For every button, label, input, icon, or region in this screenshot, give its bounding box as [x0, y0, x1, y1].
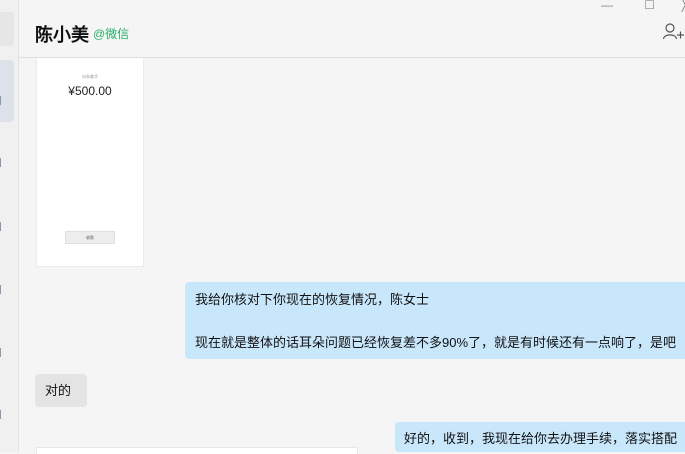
receive-button[interactable]: 收款	[65, 231, 115, 244]
sidebar-item-marker[interactable]	[0, 348, 4, 357]
maximize-button[interactable]: ☐	[644, 0, 655, 12]
message-text: 好的，收到，我现在给你去办理手续，落实搭配	[404, 431, 678, 446]
minimize-button[interactable]: —	[601, 0, 613, 12]
chat-header: 陈小美 @微信 — ☐ ╳	[19, 0, 685, 58]
sidebar-item-marker[interactable]	[0, 222, 4, 231]
transfer-amount: ¥500.00	[68, 84, 112, 98]
sidebar-item-marker[interactable]	[0, 158, 4, 167]
contact-name: 陈小美	[35, 25, 89, 45]
add-contact-icon[interactable]	[663, 22, 685, 40]
sidebar-item-marker[interactable]	[0, 285, 4, 294]
sidebar	[0, 0, 19, 452]
message-text: 现在就是整体的话耳朵问题已经恢复差不多90%了，就是有时候还有一点响了，是吧	[195, 335, 677, 350]
contact-tag: @微信	[93, 27, 130, 41]
transfer-card[interactable]: 向朱美华 ¥500.00 收款	[36, 58, 144, 267]
sidebar-item-active[interactable]	[0, 60, 14, 122]
message-bubble-agent: 我给你核对下你现在的恢复情况，陈女士 现在就是整体的话耳朵问题已经恢复差不多90…	[185, 282, 685, 359]
message-card-partial	[36, 447, 358, 454]
message-bubble-agent: 好的，收到，我现在给你去办理手续，落实搭配	[395, 422, 685, 452]
sidebar-item-marker[interactable]	[0, 410, 4, 419]
message-text: 我给你核对下你现在的恢复情况，陈女士	[195, 292, 430, 307]
sidebar-item-marker	[0, 96, 4, 105]
sidebar-item-top[interactable]	[0, 12, 14, 46]
message-text: 对的	[45, 383, 72, 398]
message-bubble-user: 对的	[35, 374, 87, 407]
transfer-label: 向朱美华	[82, 74, 98, 79]
